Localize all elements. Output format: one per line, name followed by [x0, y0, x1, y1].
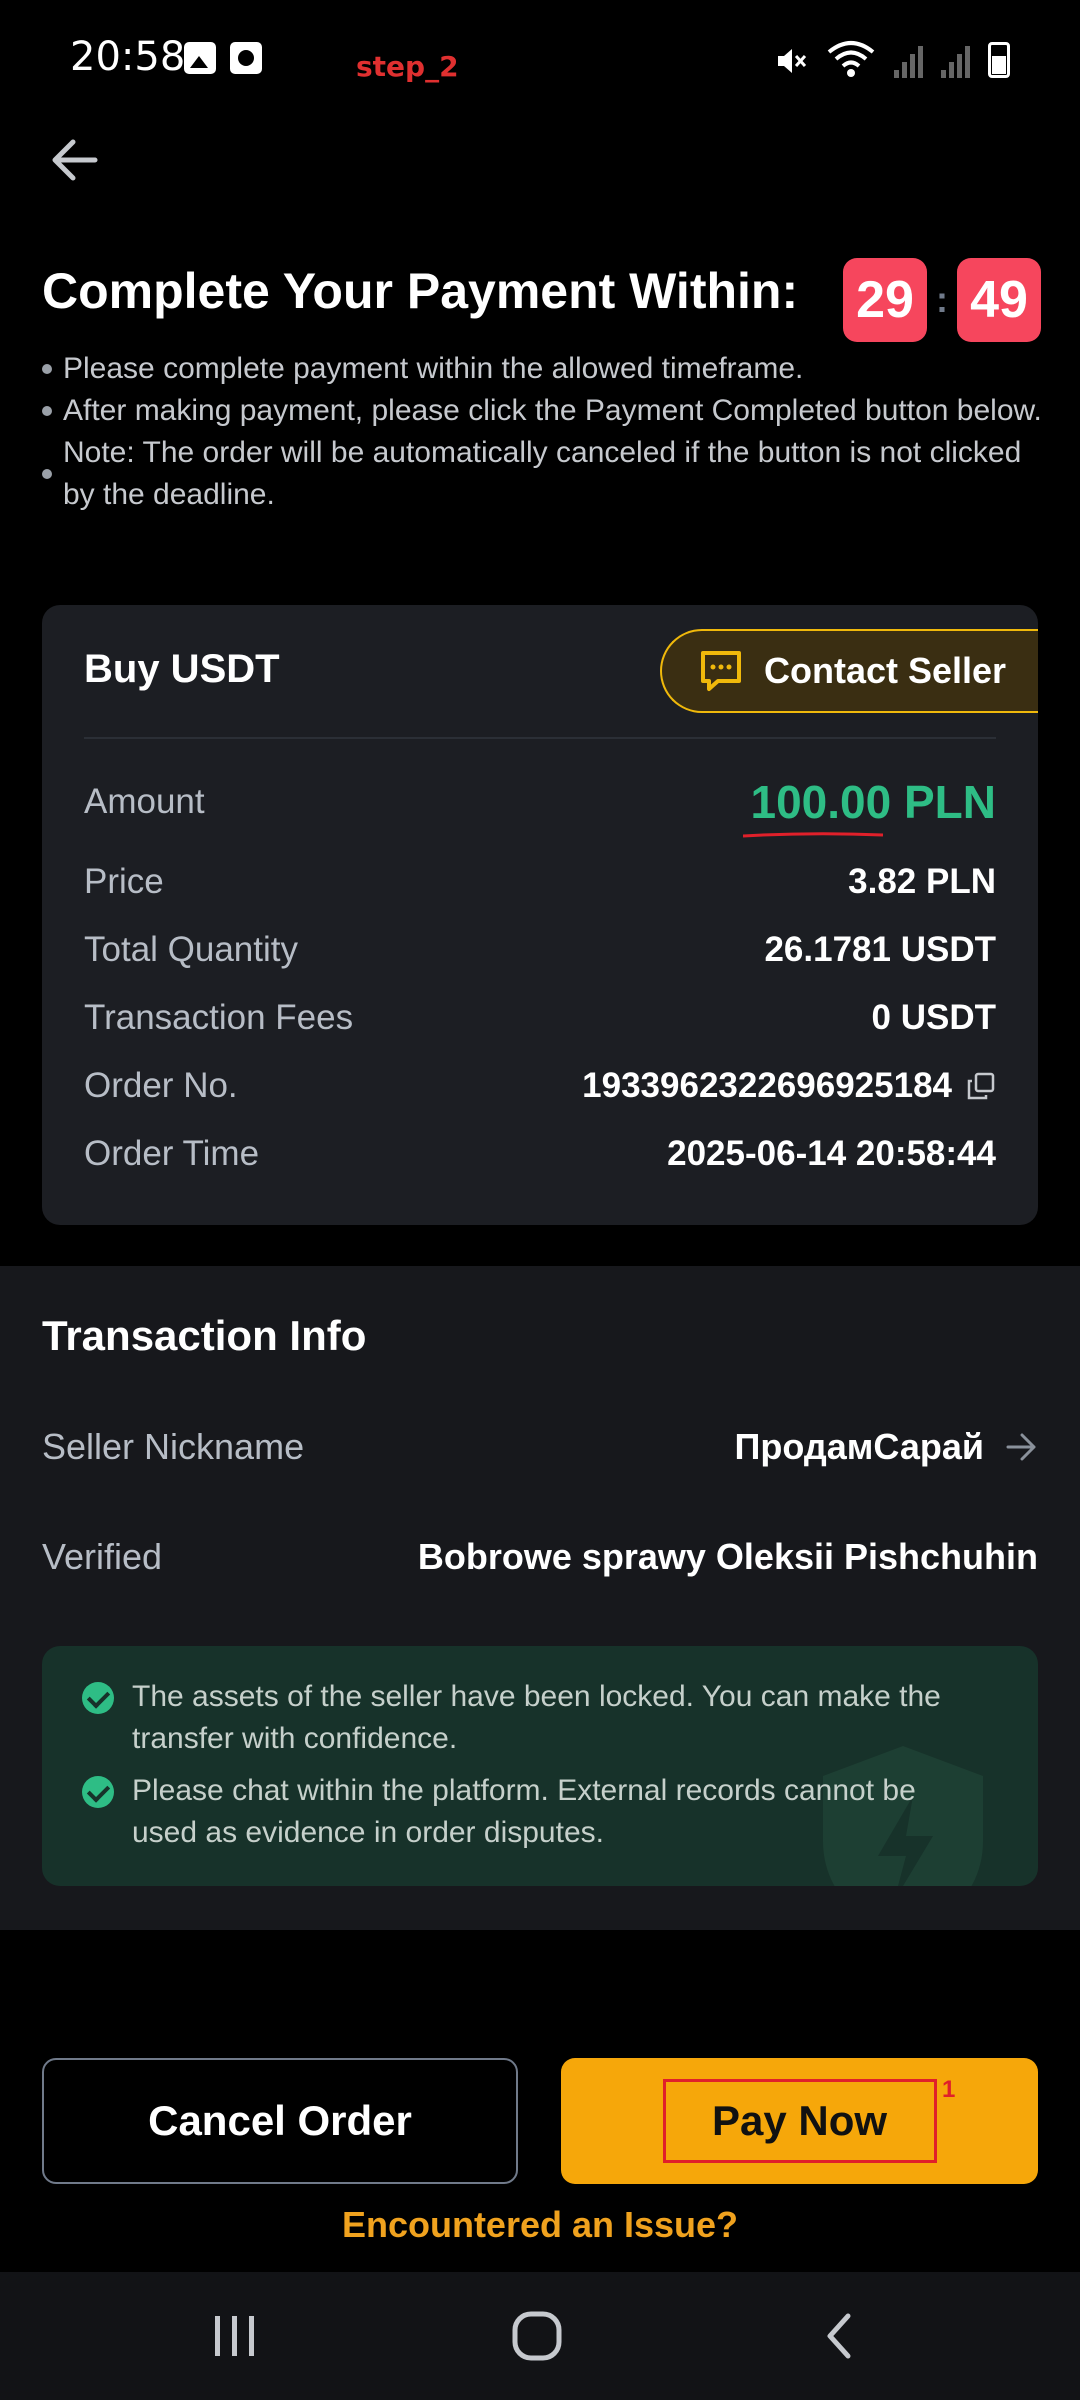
annotation-marker: 1: [942, 2076, 956, 2103]
timer-minutes: 29: [843, 258, 927, 342]
signal-icon-2: [941, 44, 970, 78]
signal-icon: [894, 44, 923, 78]
annotation-underline: [742, 832, 883, 838]
timer-separator: :: [936, 279, 948, 320]
timer-seconds: 49: [957, 258, 1041, 342]
check-circle-icon: [82, 1682, 114, 1714]
seller-nickname-label: Seller Nickname: [42, 1426, 305, 1467]
back-nav-button[interactable]: [779, 2272, 899, 2400]
status-bar: 20:58 step_2: [0, 0, 1080, 120]
assurance-box: The assets of the seller have been locke…: [42, 1646, 1038, 1886]
price-value: 3.82 PLN: [848, 862, 996, 901]
countdown-timer: 29 : 49: [843, 258, 1041, 342]
wifi-icon: [827, 41, 875, 77]
quantity-value: 26.1781 USDT: [764, 930, 996, 969]
pay-now-label: Pay Now: [662, 2079, 937, 2163]
assurance-item: The assets of the seller have been locke…: [82, 1676, 978, 1760]
order-time-row: Order Time 2025-06-14 20:58:44: [84, 1134, 996, 1174]
fees-value: 0 USDT: [871, 998, 996, 1037]
contact-seller-label: Contact Seller: [764, 650, 1007, 691]
order-time-label: Order Time: [84, 1134, 260, 1173]
arrow-left-icon: [52, 139, 98, 181]
payment-notes: Please complete payment within the allow…: [42, 348, 1042, 516]
price-row: Price 3.82 PLN: [84, 862, 996, 902]
cancel-order-button[interactable]: Cancel Order: [42, 2058, 518, 2184]
assurance-text: The assets of the seller have been locke…: [132, 1680, 941, 1755]
pay-now-button[interactable]: Pay Now: [561, 2058, 1038, 2184]
chat-icon: [701, 651, 741, 691]
note-item: Please complete payment within the allow…: [42, 348, 1042, 390]
divider: [84, 737, 996, 739]
copy-icon[interactable]: [966, 1071, 996, 1101]
mute-icon: [778, 49, 807, 73]
order-time-value: 2025-06-14 20:58:44: [667, 1134, 996, 1173]
step-label: step_2: [356, 50, 459, 83]
seller-nickname-value: ПродамСарай: [735, 1426, 1039, 1468]
price-label: Price: [84, 862, 164, 901]
contact-seller-button[interactable]: Contact Seller: [660, 629, 1038, 713]
gallery-icon: [184, 42, 216, 74]
home-button[interactable]: [477, 2272, 597, 2400]
assurance-text: Please chat within the platform. Externa…: [132, 1774, 916, 1849]
amount-value: 100.00 PLN: [742, 775, 996, 838]
verified-label: Verified: [42, 1536, 163, 1577]
status-time: 20:58: [70, 34, 186, 80]
quantity-label: Total Quantity: [84, 930, 298, 969]
home-icon: [512, 2311, 562, 2361]
battery-icon: [988, 42, 1010, 78]
order-no-row: Order No. 1933962322696925184: [84, 1066, 996, 1106]
clock-app-icon: [230, 42, 262, 74]
fees-row: Transaction Fees 0 USDT: [84, 998, 996, 1038]
check-circle-icon: [82, 1776, 114, 1808]
system-nav-bar: [0, 2272, 1080, 2400]
verified-value: Bobrowe sprawy Oleksii Pishchuhin: [417, 1536, 1038, 1577]
amount-row: Amount 100.00 PLN: [84, 775, 996, 838]
transaction-info-title: Transaction Info: [42, 1312, 367, 1359]
order-card: Buy USDT Contact Seller Amount 100.00 PL…: [42, 605, 1038, 1225]
page-title: Complete Your Payment Within:: [42, 263, 799, 319]
amount-label: Amount: [84, 782, 205, 821]
recent-apps-button[interactable]: [175, 2272, 295, 2400]
seller-nickname-row[interactable]: Seller Nickname ПродамСарай: [42, 1426, 1038, 1468]
encountered-issue-link[interactable]: Encountered an Issue?: [0, 2204, 1080, 2246]
assurance-item: Please chat within the platform. Externa…: [82, 1770, 978, 1854]
note-item: After making payment, please click the P…: [42, 390, 1042, 432]
order-no-label: Order No.: [84, 1066, 238, 1105]
note-item: Note: The order will be automatically ca…: [42, 432, 1042, 516]
verified-row: Verified Bobrowe sprawy Oleksii Pishchuh…: [42, 1536, 1038, 1578]
transaction-info-section: Transaction Info Seller Nickname ПродамС…: [0, 1266, 1080, 1930]
order-card-title: Buy USDT: [84, 647, 280, 691]
back-chevron-icon: [827, 2313, 851, 2359]
fees-label: Transaction Fees: [84, 998, 354, 1037]
recent-apps-icon: [215, 2316, 254, 2356]
quantity-row: Total Quantity 26.1781 USDT: [84, 930, 996, 970]
back-button[interactable]: [44, 130, 104, 190]
order-no-value: 1933962322696925184: [582, 1066, 996, 1106]
arrow-right-icon: [1006, 1433, 1036, 1461]
